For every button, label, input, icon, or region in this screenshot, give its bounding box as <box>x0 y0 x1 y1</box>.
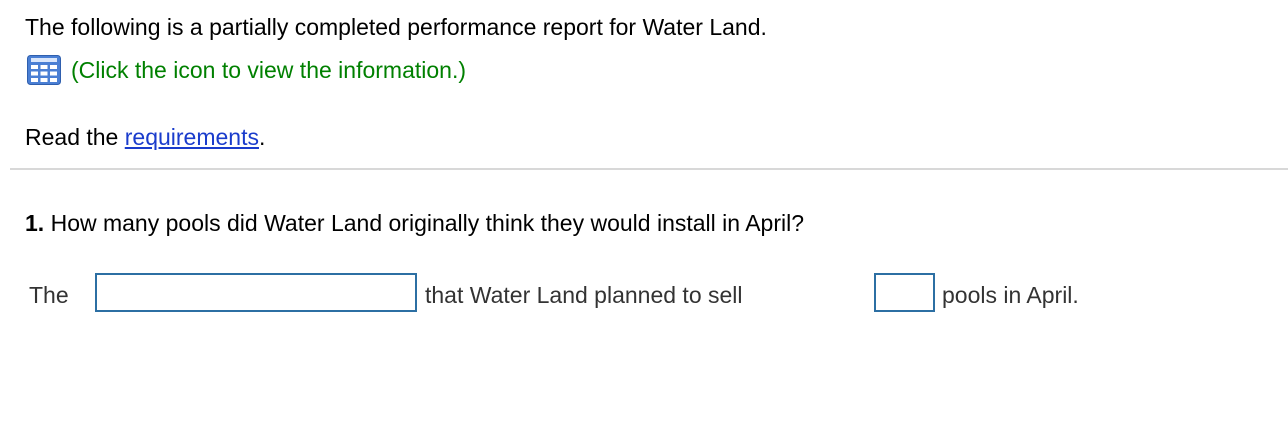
answer-middle-text: that Water Land planned to sell <box>425 282 743 308</box>
answer-prefix: The <box>29 282 69 308</box>
read-requirements-prefix: Read the <box>25 124 125 150</box>
answer-dropdown-input-1[interactable] <box>95 273 417 312</box>
read-requirements: Read the requirements. <box>25 122 265 152</box>
view-information-link[interactable]: (Click the icon to view the information.… <box>71 55 466 85</box>
section-divider <box>10 168 1288 170</box>
grid-table-icon[interactable] <box>27 55 61 85</box>
question-text: How many pools did Water Land originally… <box>44 210 804 236</box>
answer-suffix: pools in April. <box>942 282 1079 308</box>
question-1: 1. How many pools did Water Land origina… <box>25 208 804 238</box>
read-requirements-suffix: . <box>258 124 266 150</box>
requirements-link[interactable]: requirements <box>125 124 259 150</box>
question-number: 1. <box>25 210 45 236</box>
info-row: (Click the icon to view the information.… <box>27 55 466 85</box>
pools-quantity-input[interactable] <box>874 273 935 312</box>
intro-text: The following is a partially completed p… <box>25 14 767 40</box>
